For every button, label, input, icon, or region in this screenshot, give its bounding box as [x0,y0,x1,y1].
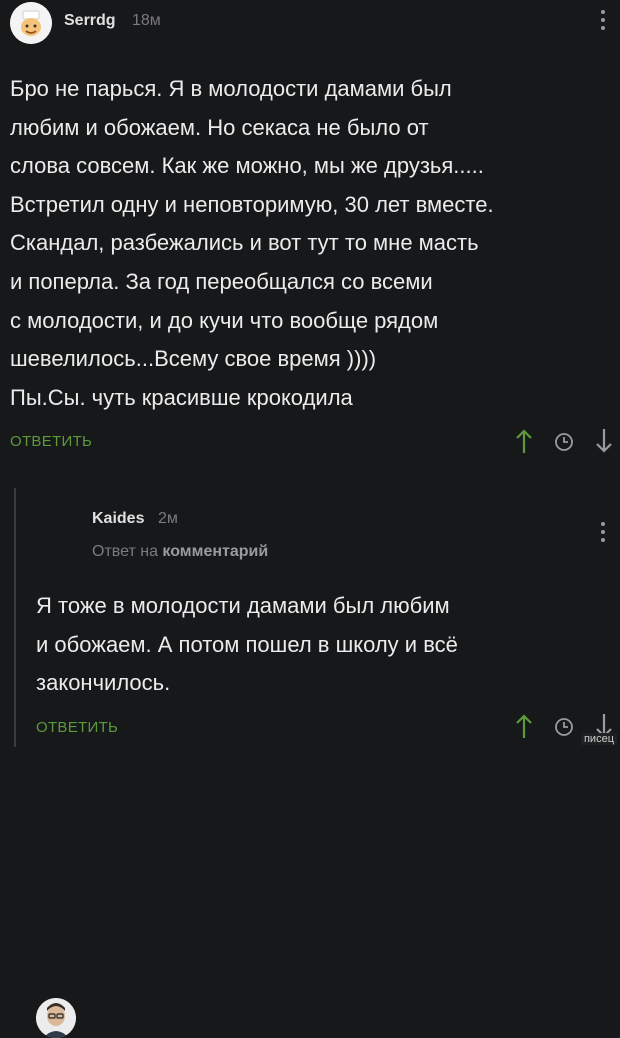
reply-to-prefix: Ответ на [92,543,158,560]
clock-icon[interactable] [552,427,576,455]
reply-button[interactable]: ОТВЕТИТЬ [10,433,92,450]
more-vertical-icon[interactable] [600,522,606,546]
arrow-up-icon[interactable] [512,427,536,455]
username[interactable]: Kaides [92,510,144,528]
reply-button[interactable]: ОТВЕТИТЬ [36,719,118,736]
timestamp: 2м [158,510,178,527]
more-vertical-icon[interactable] [600,10,606,34]
arrow-up-icon[interactable] [512,712,536,740]
reply-to-label: Ответ на комментарий [92,543,268,561]
comment-text: Я тоже в молодости дамами был любим и об… [36,593,458,696]
timestamp: 18м [132,12,161,29]
clock-icon[interactable] [552,712,576,740]
avatar[interactable] [36,998,76,1038]
avatar[interactable] [10,2,52,44]
comment-actions [512,427,616,455]
reply-to-link[interactable]: комментарий [162,543,268,560]
watermark: писец [580,733,617,745]
comment-text: Бро не парься. Я в молодости дамами был … [10,76,494,410]
comment-reply: Kaides 2м Ответ на комментарий Я тоже в … [0,486,620,1038]
arrow-down-icon[interactable] [592,427,616,455]
comment: Serrdg 18м Бро не парься. Я в молодости … [0,0,620,470]
username[interactable]: Serrdg [64,12,116,30]
